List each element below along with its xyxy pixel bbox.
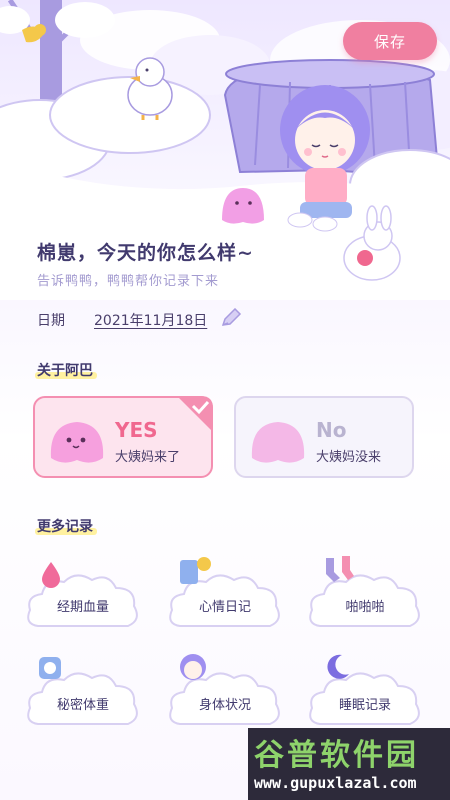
record-blood-button[interactable]: 经期血量 — [24, 562, 142, 634]
greeting-title: 棉崽，今天的你怎么样~ — [37, 242, 254, 264]
option-yes-title: YES — [115, 418, 158, 442]
option-no-title: No — [316, 418, 347, 442]
pencil-icon[interactable] — [220, 308, 242, 328]
record-weight-button[interactable]: 秘密体重 — [24, 657, 142, 732]
pink-jelly-icon — [251, 422, 305, 463]
watermark-url: www.gupuxlazal.com — [254, 774, 417, 792]
socks-icon — [326, 556, 354, 582]
girl-face-icon — [180, 654, 206, 680]
record-body-label: 身体状况 — [198, 698, 251, 713]
section-title-more-label: 更多记录 — [37, 519, 93, 535]
checkmark-icon — [177, 396, 213, 432]
blood-drop-icon — [42, 562, 60, 588]
record-body-button[interactable]: 身体状况 — [166, 654, 284, 732]
greeting-subtitle: 告诉鸭鸭，鸭鸭帮你记录下来 — [37, 274, 220, 289]
record-intimacy-button[interactable]: 啪啪啪 — [306, 556, 424, 634]
date-label: 日期 — [37, 313, 65, 329]
watermark-title: 谷普软件园 — [254, 738, 419, 773]
record-sleep-label: 睡眠记录 — [338, 698, 391, 713]
option-no-card[interactable]: No 大姨妈没来 — [234, 396, 414, 478]
pink-jelly-icon — [50, 422, 104, 463]
record-sleep-button[interactable]: 睡眠记录 — [306, 654, 424, 732]
moon-icon — [327, 654, 349, 679]
watermark-banner: 谷普软件园 www.gupuxlazal.com — [248, 728, 450, 800]
record-diary-button[interactable]: 心情日记 — [166, 557, 284, 634]
save-button[interactable]: 保存 — [343, 22, 437, 60]
section-title-about: 关于阿巴 — [35, 360, 97, 380]
option-yes-subtitle: 大姨妈来了 — [115, 450, 181, 465]
record-blood-label: 经期血量 — [56, 600, 109, 615]
record-diary-label: 心情日记 — [198, 600, 251, 615]
date-picker[interactable]: 2021年11月18日 — [94, 310, 207, 330]
record-weight-label: 秘密体重 — [56, 698, 109, 713]
option-yes-card[interactable]: YES 大姨妈来了 — [33, 396, 213, 478]
scale-icon — [39, 657, 61, 679]
section-title-about-label: 关于阿巴 — [37, 363, 93, 379]
diary-icon — [180, 557, 211, 584]
record-intimacy-label: 啪啪啪 — [345, 600, 385, 615]
option-no-subtitle: 大姨妈没来 — [316, 450, 382, 465]
section-title-more: 更多记录 — [35, 516, 97, 536]
